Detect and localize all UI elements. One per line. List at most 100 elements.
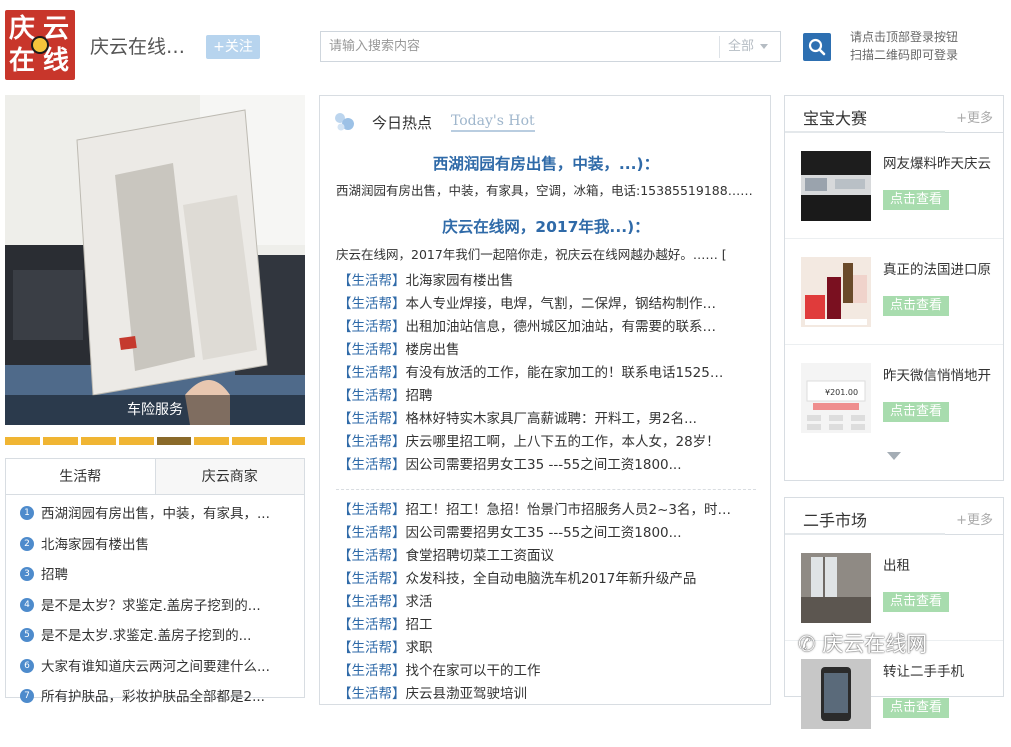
news-tag[interactable]: 【生活帮】 [338,319,406,335]
carousel-dot[interactable] [270,437,305,445]
news-tag[interactable]: 【生活帮】 [338,548,406,564]
list-item[interactable]: 3 招聘 [20,560,294,591]
news-tag[interactable]: 【生活帮】 [338,273,406,289]
site-name: 庆云在线… [90,36,186,58]
baby-contest-panel: 宝宝大赛 +更多 网友爆料昨天庆云 点击查看 真正的法国进口原 点击查看 ¥20… [784,95,1004,481]
search-button[interactable] [803,33,831,61]
news-item[interactable]: 【生活帮】庆云哪里招工啊，上八下五的工作，本人女，28岁！ [338,431,758,454]
card-thumbnail [801,151,871,221]
news-tag[interactable]: 【生活帮】 [338,365,406,381]
list-item[interactable]: 6 大家有谁知道庆云两河之间要建什么... [20,652,294,683]
follow-button[interactable]: +关注 [206,35,260,59]
view-button[interactable]: 点击查看 [883,698,949,718]
news-list-1: 【生活帮】北海家园有楼出售 【生活帮】本人专业焊接，电焊，气割，二保焊，钢结构制作… [338,270,758,477]
news-item[interactable]: 【生活帮】因公司需要招男女工35 ---55之间工资1800... [338,454,758,477]
news-title: 出租加油站信息，德州城区加油站，有需要的联系… [405,319,717,335]
view-button[interactable]: 点击查看 [883,592,949,612]
logo-char-1: 庆 [9,14,36,44]
news-tag[interactable]: 【生活帮】 [338,686,406,702]
list-item-text: 是不是太岁？求鉴定.盖房子挖到的... [41,597,261,614]
news-item[interactable]: 【生活帮】招工 [338,614,758,637]
news-item[interactable]: 【生活帮】北海家园有楼出售 [338,270,758,293]
featured-title-2[interactable]: 庆云在线网，2017年我...)： [320,215,772,237]
news-tag[interactable]: 【生活帮】 [338,571,406,587]
list-item[interactable]: 2 北海家园有楼出售 [20,530,294,561]
second-hand-more-link[interactable]: +更多 [956,509,993,528]
featured-title-1[interactable]: 西湖润园有房出售，中装，...)： [320,152,772,174]
news-tag[interactable]: 【生活帮】 [338,525,406,541]
news-title: 因公司需要招男女工35 ---55之间工资1800... [405,525,682,541]
market-card-1[interactable]: 出租 点击查看 [785,535,1003,641]
carousel-dot[interactable] [80,437,116,445]
rank-badge: 6 [20,658,34,673]
news-item[interactable]: 【生活帮】众发科技，全自动电脑洗车机2017年新升级产品 [338,568,758,591]
carousel-dot[interactable] [118,437,154,445]
news-tag[interactable]: 【生活帮】 [338,296,406,312]
list-item[interactable]: 1 西湖润园有房出售，中装，有家具，... [20,499,294,530]
view-button[interactable]: 点击查看 [883,402,949,422]
tab-life-help[interactable]: 生活帮 [6,459,155,494]
news-item[interactable]: 【生活帮】求活 [338,591,758,614]
carousel-dot[interactable] [232,437,268,445]
rank-badge: 5 [20,628,34,642]
baby-card-2[interactable]: 真正的法国进口原 点击查看 [785,239,1003,345]
news-item[interactable]: 【生活帮】因公司需要招男女工35 ---55之间工资1800... [338,522,758,545]
carousel-dot[interactable] [42,437,78,445]
news-title: 北海家园有楼出售 [405,273,514,289]
news-list-2: 【生活帮】招工！招工！急招！怡景门市招服务人员2~3名，时… 【生活帮】因公司需要… [338,499,758,706]
wechat-watermark: ✆ 庆云在线网 [798,628,927,658]
news-item[interactable]: 【生活帮】庆云县渤亚驾驶培训 [338,683,758,706]
carousel-dot[interactable] [156,437,192,445]
view-button[interactable]: 点击查看 [883,296,949,316]
view-button[interactable]: 点击查看 [883,190,949,210]
news-tag[interactable]: 【生活帮】 [338,388,406,404]
news-tag[interactable]: 【生活帮】 [338,342,406,358]
search-bar: 全部 [320,31,781,62]
news-tag[interactable]: 【生活帮】 [338,434,406,450]
hero-banner[interactable]: 车险服务 [5,95,305,425]
news-title: 众发科技，全自动电脑洗车机2017年新升级产品 [405,571,697,587]
watermark-text: 庆云在线网 [822,632,928,656]
news-tag[interactable]: 【生活帮】 [338,411,406,427]
news-tag[interactable]: 【生活帮】 [338,663,406,679]
search-input[interactable] [321,32,719,61]
second-hand-header: 二手市场 +更多 [785,498,1003,535]
card-title: 转让二手手机 [883,664,964,680]
featured-desc-2: 庆云在线网，2017年我们一起陪你走，祝庆云在线网越办越好。…… [ [336,247,727,262]
news-item[interactable]: 【生活帮】食堂招聘切菜工工资面议 [338,545,758,568]
tab-local-business[interactable]: 庆云商家 [154,459,304,494]
list-item[interactable]: 5 是不是太岁.求鉴定.盖房子挖到的... [20,621,294,652]
news-item[interactable]: 【生活帮】本人专业焊接，电焊，气割，二保焊，钢结构制作… [338,293,758,316]
search-scope-select[interactable]: 全部 [719,36,781,58]
news-item[interactable]: 【生活帮】出租加油站信息，德州城区加油站，有需要的联系… [338,316,758,339]
scroll-down-icon[interactable] [887,452,901,460]
news-tag[interactable]: 【生活帮】 [338,640,406,656]
news-tag[interactable]: 【生活帮】 [338,502,406,518]
baby-contest-more-link[interactable]: +更多 [956,107,993,126]
list-item[interactable]: 7 所有护肤品，彩妆护肤品全部都是2... [20,682,294,713]
baby-card-3[interactable]: ¥201.00 昨天微信悄悄地开 点击查看 [785,345,1003,451]
news-tag[interactable]: 【生活帮】 [338,617,406,633]
card-title: 昨天微信悄悄地开 [883,368,991,384]
logo-char-3: 在 [9,46,36,76]
login-hint: 请点击顶部登录按钮 扫描二维码即可登录 [850,28,958,64]
baby-card-1[interactable]: 网友爆料昨天庆云 点击查看 [785,133,1003,239]
news-tag[interactable]: 【生活帮】 [338,594,406,610]
news-item[interactable]: 【生活帮】楼房出售 [338,339,758,362]
news-item[interactable]: 【生活帮】有没有放活的工作，能在家加工的！联系电话1525… [338,362,758,385]
news-item[interactable]: 【生活帮】招工！招工！急招！怡景门市招服务人员2~3名，时… [338,499,758,522]
news-title: 找个在家可以干的工作 [405,663,541,679]
news-item[interactable]: 【生活帮】格林好特实木家具厂高薪诚聘：开料工，男2名... [338,408,758,431]
news-tag[interactable]: 【生活帮】 [338,457,406,473]
news-item[interactable]: 【生活帮】找个在家可以干的工作 [338,660,758,683]
list-item-text: 西湖润园有房出售，中装，有家具，... [41,506,270,522]
list-item[interactable]: 4 是不是太岁？求鉴定.盖房子挖到的... [20,591,294,622]
carousel-dot[interactable] [5,437,40,445]
carousel-dot[interactable] [194,437,230,445]
news-item[interactable]: 【生活帮】招聘 [338,385,758,408]
card-thumbnail: ¥201.00 [801,363,871,433]
news-title: 庆云哪里招工啊，上八下五的工作，本人女，28岁！ [405,434,720,450]
news-item[interactable]: 【生活帮】求职 [338,637,758,660]
site-logo[interactable]: 庆 云 在 线 [5,10,75,80]
second-hand-title: 二手市场 [803,511,868,530]
